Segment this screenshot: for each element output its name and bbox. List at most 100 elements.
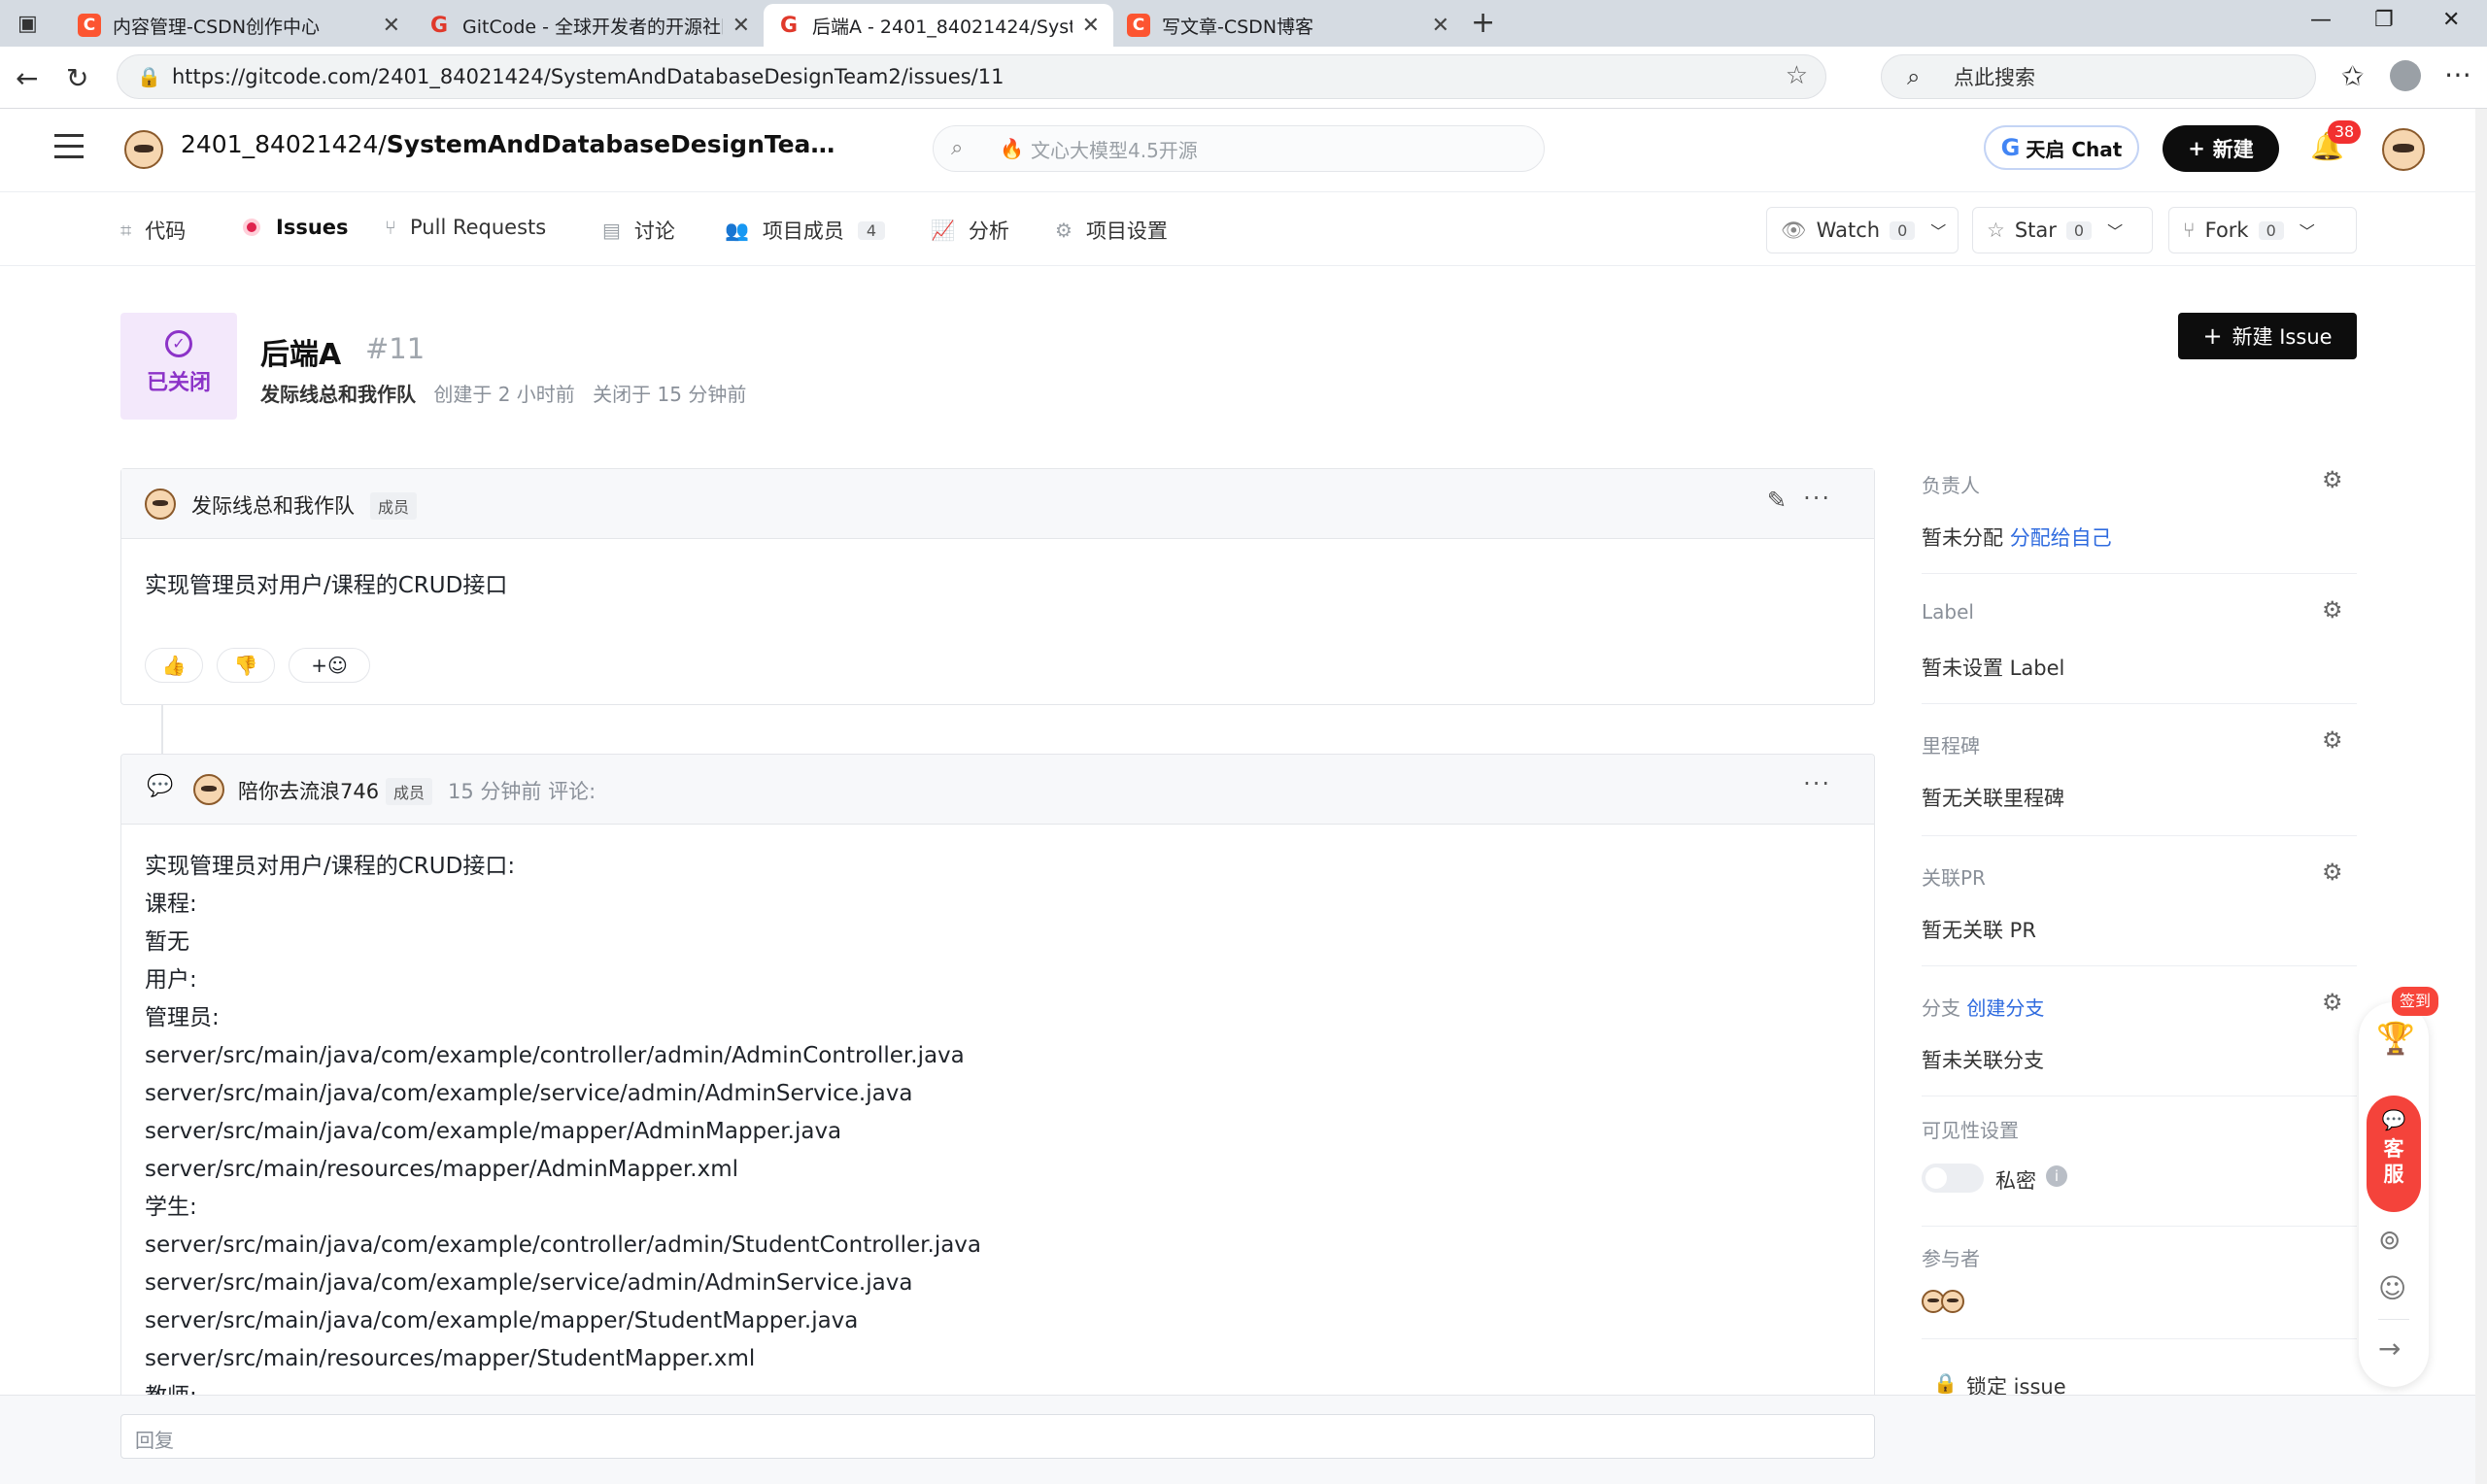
repo-tabs: ⌗ 代码 Issues ⑂ Pull Requests ▤ 讨论 👥 项目成员 4 📈 分析…: [0, 192, 2487, 266]
gitcode-icon: G: [779, 13, 799, 38]
tab-issues[interactable]: Issues: [243, 216, 349, 239]
tab-discussion[interactable]: ▤ 讨论: [602, 216, 675, 245]
repo-owner[interactable]: 2401_84021424/: [181, 130, 387, 158]
role-tag: 成员: [370, 492, 418, 520]
browser-tab-3-active[interactable]: G 后端A - 2401_84021424/SystemA... ✕: [764, 4, 1113, 47]
gear-icon[interactable]: ⚙: [2322, 596, 2343, 624]
tianqi-chat-button[interactable]: G 天启 Chat: [1984, 125, 2139, 170]
post-body: 实现管理员对用户/课程的CRUD接口: [145, 573, 508, 598]
browser-search-field[interactable]: ⌕ 点此搜索: [1881, 54, 2316, 99]
thumbs-down-reaction[interactable]: 👎: [217, 648, 275, 683]
tab-actions-icon[interactable]: ▣: [17, 12, 38, 36]
issue-created: 创建于 2 小时前: [433, 383, 575, 406]
new-button[interactable]: + 新建: [2163, 125, 2279, 172]
gear-icon[interactable]: ⚙: [2322, 726, 2343, 754]
repo-avatar: [124, 130, 163, 169]
comment-card: 💬 陪你去流浪746 成员 15 分钟前 评论: ··· 实现管理员对用户/课程…: [120, 754, 1875, 1404]
watch-label: Watch: [1816, 219, 1881, 242]
url-field[interactable]: 🔒 https://gitcode.com/2401_84021424/Syst…: [117, 54, 1826, 99]
divider: [1922, 1338, 2357, 1339]
comment-line: server/src/main/java/com/example/mapper/…: [145, 1308, 859, 1333]
reload-icon[interactable]: ↻: [66, 62, 88, 94]
bookmark-star-icon[interactable]: ☆: [1786, 61, 1808, 90]
comment-line: server/src/main/java/com/example/control…: [145, 1232, 982, 1258]
browser-tab-2[interactable]: G GitCode - 全球开发者的开源社区... ✕: [414, 4, 764, 47]
watch-button[interactable]: 👁 Watch 0 ﹀: [1766, 207, 1959, 253]
chat-bubble-icon: 💬: [2381, 1108, 2406, 1131]
tab-label: 项目成员: [762, 219, 844, 243]
minimize-icon[interactable]: —: [2310, 8, 2332, 32]
star-button[interactable]: ☆ Star 0 ﹀: [1972, 207, 2153, 253]
thumbs-up-reaction[interactable]: 👍: [145, 648, 203, 683]
add-reaction-button[interactable]: +☺: [289, 648, 370, 683]
pull-request-icon: ⑂: [385, 216, 396, 239]
tab-analytics[interactable]: 📈 分析: [931, 216, 1009, 245]
fork-button[interactable]: ⑂ Fork 0 ﹀: [2168, 207, 2357, 253]
more-icon[interactable]: ···: [1803, 770, 1831, 797]
participant-avatar[interactable]: [1941, 1290, 1964, 1313]
comment-icon: 💬: [147, 774, 174, 798]
gitcode-icon: G: [429, 13, 449, 38]
hamburger-menu-icon[interactable]: [54, 134, 84, 166]
commenter-avatar[interactable]: [193, 774, 224, 805]
info-icon[interactable]: i: [2046, 1165, 2067, 1187]
browser-tab-4[interactable]: C 写文章-CSDN博客 ✕: [1113, 4, 1463, 47]
comment-line: 暂无: [145, 929, 189, 955]
author-avatar[interactable]: [145, 489, 176, 520]
tab-pull-requests[interactable]: ⑂ Pull Requests: [385, 216, 546, 239]
comment-line: 课程:: [145, 892, 197, 917]
assign-self-link[interactable]: 分配给自己: [2010, 526, 2112, 550]
tab-members[interactable]: 👥 项目成员 4: [725, 216, 886, 245]
create-branch-link[interactable]: 创建分支: [1966, 996, 2044, 1020]
private-toggle[interactable]: [1922, 1164, 1984, 1193]
tab-settings[interactable]: ⚙ 项目设置: [1055, 216, 1168, 245]
close-icon[interactable]: ✕: [732, 14, 750, 38]
more-icon[interactable]: ···: [1803, 485, 1831, 512]
plus-icon: +: [2202, 322, 2223, 350]
plus-icon: +: [2188, 137, 2205, 160]
assignee-title: 负责人: [1922, 474, 1980, 497]
visibility-title: 可见性设置: [1922, 1119, 2019, 1142]
gear-icon[interactable]: ⚙: [2322, 989, 2343, 1016]
lock-icon: 🔒: [1933, 1371, 1958, 1395]
tab-label: 代码: [145, 219, 187, 243]
arrow-right-icon[interactable]: →: [2378, 1332, 2401, 1365]
repo-name[interactable]: SystemAndDatabaseDesignTea…: [387, 130, 835, 158]
back-icon[interactable]: ←: [16, 62, 38, 94]
favorites-icon[interactable]: ✩: [2341, 60, 2364, 92]
restore-icon[interactable]: ❐: [2374, 8, 2394, 32]
site-search-placeholder: 文心大模型4.5开源: [1031, 138, 1198, 162]
reply-input[interactable]: 回复: [120, 1414, 1875, 1459]
issue-number: #11: [365, 332, 426, 365]
smiley-icon[interactable]: ☺: [2378, 1272, 2406, 1304]
close-icon[interactable]: ✕: [1432, 14, 1449, 38]
repo-path[interactable]: 2401_84021424/SystemAndDatabaseDesignTea…: [181, 130, 835, 158]
analytics-icon: 📈: [931, 219, 955, 242]
site-search-input[interactable]: ⌕ 🔥 文心大模型4.5开源: [933, 125, 1545, 172]
user-avatar[interactable]: [2382, 128, 2425, 171]
browser-tab-1[interactable]: C 内容管理-CSDN创作中心 ✕: [64, 4, 414, 47]
trophy-icon[interactable]: 🏆: [2376, 1020, 2415, 1057]
post-author[interactable]: 发际线总和我作队: [191, 490, 355, 520]
browser-menu-icon[interactable]: ⋯: [2444, 58, 2471, 90]
site-header: 2401_84021424/SystemAndDatabaseDesignTea…: [0, 109, 2487, 192]
customer-service-button[interactable]: 💬 客服: [2367, 1096, 2421, 1212]
new-issue-button[interactable]: + 新建 Issue: [2178, 313, 2357, 359]
comment-body: 实现管理员对用户/课程的CRUD接口: 课程: 暂无 用户: 管理员: serv…: [145, 848, 981, 1404]
profile-icon[interactable]: [2390, 60, 2421, 91]
comment-author[interactable]: 陪你去流浪746: [238, 776, 379, 805]
close-icon[interactable]: ✕: [383, 14, 400, 38]
window-close-icon[interactable]: ✕: [2442, 8, 2460, 32]
page-scrollbar[interactable]: [2475, 109, 2487, 1484]
close-icon[interactable]: ✕: [1082, 14, 1100, 38]
tab-code[interactable]: ⌗ 代码: [120, 216, 186, 245]
issue-author[interactable]: 发际线总和我作队: [260, 383, 416, 406]
feedback-icon[interactable]: ⊚: [2378, 1224, 2401, 1256]
edit-icon[interactable]: ✎: [1767, 487, 1787, 514]
new-tab-icon[interactable]: +: [1471, 6, 1495, 40]
assignee-none: 暂未分配: [1922, 526, 2003, 550]
gear-icon[interactable]: ⚙: [2322, 466, 2343, 493]
gear-icon[interactable]: ⚙: [2322, 859, 2343, 886]
check-circle-icon: ✓: [165, 330, 192, 357]
sign-in-badge[interactable]: 签到: [2392, 987, 2438, 1016]
